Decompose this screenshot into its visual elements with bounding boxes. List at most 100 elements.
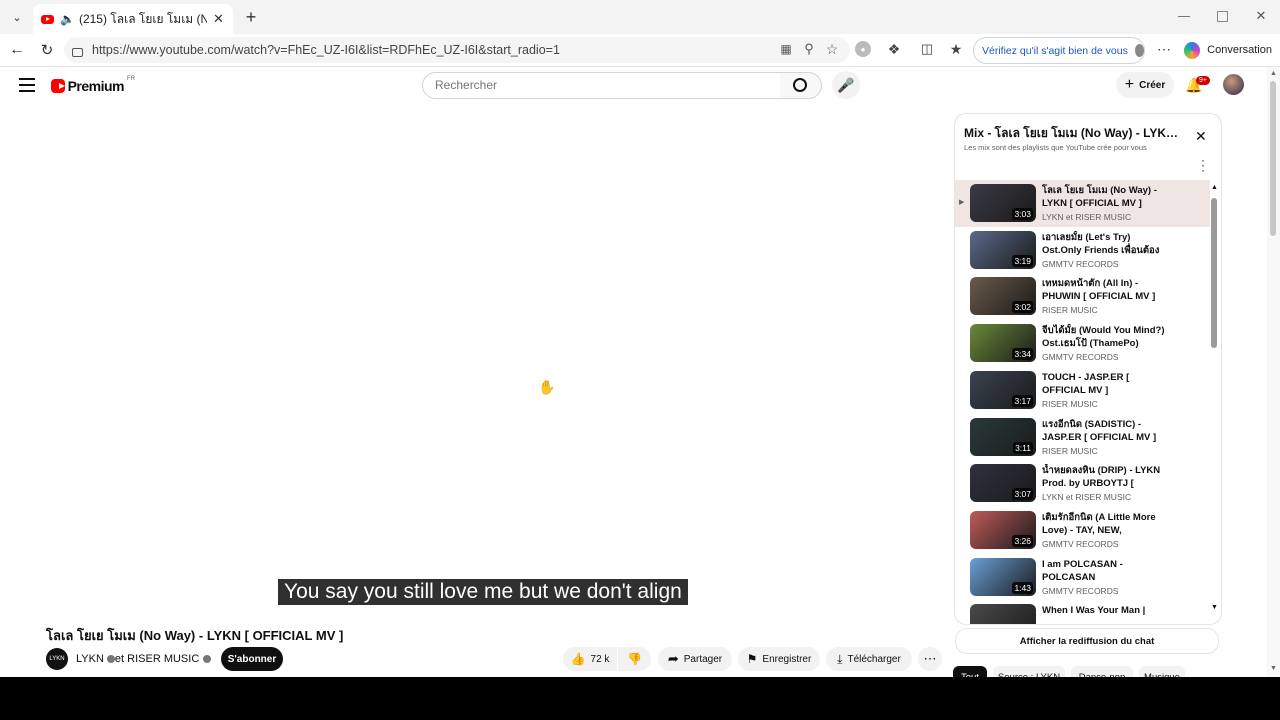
reload-icon[interactable]: ↻ <box>38 41 56 59</box>
playlist-scrollbar[interactable]: ▲ ▼ <box>1210 184 1218 616</box>
subscribe-button[interactable]: S'abonner <box>221 647 283 671</box>
tab-list-chevron-icon[interactable]: ⌄ <box>8 9 26 25</box>
playlist-item-title: โลเล โยเย โมเม (No Way) - LYKN [ OFFICIA… <box>1042 185 1157 209</box>
download-button[interactable]: ⤓ Télécharger <box>826 647 912 671</box>
save-label: Enregistrer <box>762 653 812 665</box>
plus-icon: + <box>1124 76 1135 93</box>
create-button[interactable]: + Créer <box>1116 72 1174 98</box>
favorites-list-icon[interactable]: ★ <box>948 41 964 57</box>
download-icon: ⤓ <box>837 651 843 666</box>
playlist-item[interactable]: 3:26 เติมรักอีกนิด (A Little More Love) -… <box>955 507 1210 554</box>
playlist-item[interactable]: When I Was Your Man | <box>955 600 1210 624</box>
playlist-item[interactable]: ▶ 3:03 โลเล โยเย โมเม (No Way) - LYKN [ OF… <box>955 180 1210 227</box>
channel-name-riser[interactable]: et RISER MUSIC <box>115 653 199 665</box>
like-button[interactable]: 👍 72 k <box>563 647 617 671</box>
window-restore-icon[interactable] <box>1217 11 1228 22</box>
verified-badge-icon <box>106 655 115 663</box>
window-close-icon[interactable]: ✕ <box>1254 8 1268 24</box>
playlist-item[interactable]: 3:17 TOUCH - JASP.ER [ OFFICIAL MV ] RISER… <box>955 367 1210 414</box>
playlist-thumbnail[interactable]: 3:19 <box>970 230 1036 269</box>
channel-name-lykn[interactable]: LYKN <box>76 653 104 665</box>
playlist-thumbnail[interactable]: 3:02 <box>970 277 1036 316</box>
tab-title: (215) โลเล โยเย โมเม (No Way) - LYKN [ O… <box>78 11 207 26</box>
download-label: Télécharger <box>847 653 901 665</box>
search-icon <box>792 77 807 92</box>
playlist-item[interactable]: 3:11 แรงอีกนิด (SADISTIC) - JASP.ER [ OFF… <box>955 414 1210 461</box>
playlist-item-channel: LYKN et RISER MUSIC <box>1042 212 1132 222</box>
playlist-item-title: แรงอีกนิด (SADISTIC) - JASP.ER [ OFFICIA… <box>1042 418 1157 443</box>
app-grid-icon[interactable]: ▦ <box>779 42 793 56</box>
playlist-item[interactable]: 3:07 น้ำหยดลงหิน (DRIP) - LYKN Prod. by U… <box>955 460 1210 507</box>
playlist-subtitle: Les mix sont des playlists que YouTube c… <box>964 143 1147 152</box>
youtube-favicon-icon <box>41 14 54 24</box>
playlist-items: ▶ 3:03 โลเล โยเย โมเม (No Way) - LYKN [ OF… <box>955 180 1211 624</box>
more-actions-button[interactable]: ⋯ <box>918 647 942 671</box>
youtube-premium-logo[interactable]: Premium FR <box>51 76 135 96</box>
playlist-item-channel: RISER MUSIC <box>1042 305 1098 316</box>
bookmark-icon: ⚑ <box>746 652 758 666</box>
more-dots-icon: ⋯ <box>923 651 937 666</box>
video-player[interactable] <box>20 113 940 615</box>
hamburger-menu-icon[interactable] <box>19 78 35 92</box>
playlist-title[interactable]: Mix - โลเล โยเย โมเม (No Way) - LYKN [ O… <box>964 124 1182 143</box>
chat-replay-button[interactable]: Afficher la rediffusion du chat <box>955 628 1219 654</box>
extension-circle-icon[interactable]: ● <box>855 41 871 57</box>
like-count: 72 k <box>590 653 610 665</box>
page-scrollbar[interactable]: ▲ ▼ <box>1267 67 1280 677</box>
zoom-icon[interactable]: ⚲ <box>801 41 817 57</box>
playlist-item-channel: GMMTV RECORDS <box>1042 585 1119 596</box>
save-button[interactable]: ⚑ Enregistrer <box>738 647 820 671</box>
create-label: Créer <box>1139 79 1166 91</box>
lock-icon <box>72 47 83 57</box>
playlist-item-title: จีบได้มั้ย (Would You Mind?) Ost.เธมโป้ … <box>1042 325 1165 350</box>
search-input[interactable] <box>433 77 767 93</box>
youtube-logo-icon <box>51 79 65 93</box>
playlist-menu-dots-icon[interactable]: · · · <box>1201 154 1205 176</box>
duration-badge: 3:26 <box>1012 534 1033 547</box>
playlist-item[interactable]: 3:02 เทหมดหน้าตัก (All In) - PHUWIN [ OFF… <box>955 273 1210 320</box>
window-minimize-icon[interactable] <box>1178 16 1190 17</box>
back-arrow-icon[interactable]: ← <box>8 41 26 59</box>
profile-icon <box>1134 44 1144 57</box>
tab-close-icon[interactable]: ✕ <box>213 11 224 27</box>
playlist-thumbnail[interactable]: 3:07 <box>970 464 1036 503</box>
channel-avatar[interactable]: LYKN <box>46 648 68 670</box>
voice-search-button[interactable]: 🎤 <box>832 71 860 99</box>
duration-badge: 3:34 <box>1012 348 1033 361</box>
playlist-item[interactable]: 3:34 จีบได้มั้ย (Would You Mind?) Ost.เธม… <box>955 320 1210 367</box>
favorite-star-icon[interactable]: ☆ <box>824 41 840 57</box>
playlist-thumbnail[interactable]: 3:34 <box>970 324 1036 363</box>
avatar[interactable] <box>1223 74 1244 95</box>
playlist-thumbnail[interactable] <box>970 604 1036 624</box>
playlist-item-title: เอาเลยมั้ย (Let's Try) Ost.Only Friends … <box>1042 231 1160 256</box>
share-button[interactable]: ➦ Partager <box>658 647 732 671</box>
playlist-thumbnail[interactable]: 3:17 <box>970 370 1036 409</box>
browser-tab-youtube[interactable]: 🔈 (215) โลเล โยเย โมเม (No Way) - LYKN [… <box>33 4 233 34</box>
extensions-puzzle-icon[interactable]: ❖ <box>886 41 902 57</box>
split-screen-icon[interactable]: ◫ <box>919 41 935 57</box>
playlist-thumbnail[interactable]: 3:11 <box>970 417 1036 456</box>
channel-names[interactable]: LYKN et RISER MUSIC <box>76 653 212 665</box>
search-button[interactable] <box>780 72 822 99</box>
copilot-conversation-button[interactable]: Conversation <box>1184 38 1272 62</box>
profile-verify-button[interactable]: Vérifiez qu'il s'agit bien de vous <box>973 37 1145 64</box>
playlist-thumbnail[interactable]: 3:26 <box>970 510 1036 549</box>
thumbs-down-icon: 👎 <box>627 652 642 666</box>
address-bar[interactable]: https://www.youtube.com/watch?v=FhEc_UZ-… <box>64 37 850 63</box>
playlist-item[interactable]: 3:19 เอาเลยมั้ย (Let's Try) Ost.Only Frie… <box>955 227 1210 274</box>
playlist-thumbnail[interactable]: 3:03 <box>970 184 1036 222</box>
playlist-item-channel: LYKN et RISER MUSIC <box>1042 492 1132 503</box>
playlist-item-title: TOUCH - JASP.ER [ OFFICIAL MV ] <box>1042 371 1130 396</box>
new-tab-plus-icon[interactable]: + <box>242 7 260 27</box>
logo-text: Premium <box>67 78 125 94</box>
dislike-button[interactable]: 👎 <box>618 647 651 671</box>
playlist-item[interactable]: 1:43 I am POLCASAN - POLCASAN GMMTV RECORD… <box>955 554 1210 601</box>
playlist-close-icon[interactable]: ✕ <box>1195 128 1207 145</box>
duration-badge: 3:17 <box>1012 394 1033 407</box>
playlist-scrollbar-thumb[interactable] <box>1211 198 1217 348</box>
page-scrollbar-thumb[interactable] <box>1270 81 1276 236</box>
more-menu-icon[interactable]: ⋯ <box>1156 41 1172 57</box>
audio-speaker-icon[interactable]: 🔈 <box>60 12 75 26</box>
playlist-thumbnail[interactable]: 1:43 <box>970 557 1036 596</box>
playlist-item-title: น้ำหยดลงหิน (DRIP) - LYKN Prod. by URBOY… <box>1042 465 1161 490</box>
